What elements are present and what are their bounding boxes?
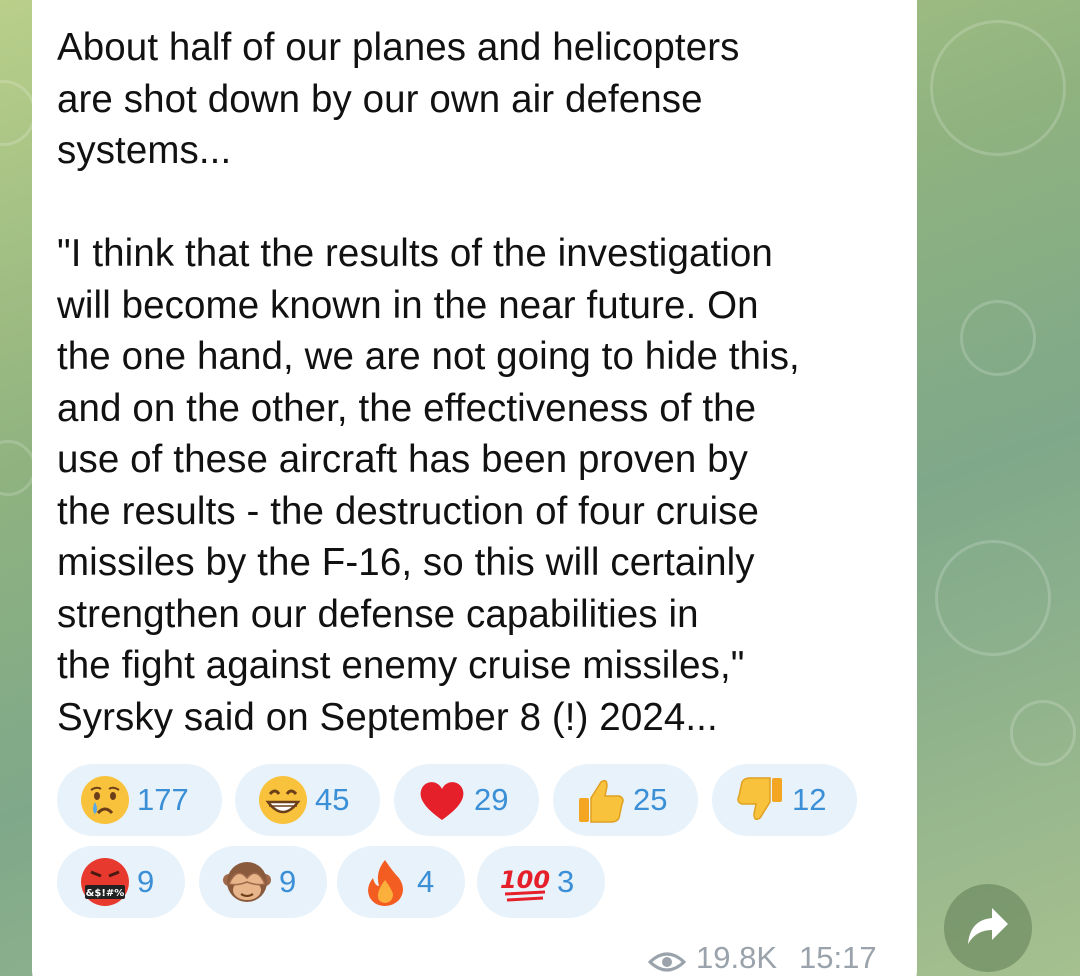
see-no-evil-monkey-icon bbox=[221, 856, 273, 908]
red-heart-icon bbox=[416, 774, 468, 826]
thumbs-up-icon bbox=[575, 774, 627, 826]
reaction-grinning-face[interactable]: 45 bbox=[235, 764, 380, 836]
reaction-see-no-evil-monkey[interactable]: 9 bbox=[199, 846, 327, 918]
hundred-points-icon: 100 bbox=[499, 856, 551, 908]
reaction-thumbs-up[interactable]: 25 bbox=[553, 764, 698, 836]
svg-text:&$!#%: &$!#% bbox=[86, 888, 125, 899]
message-time: 15:17 bbox=[799, 940, 877, 975]
svg-text:100: 100 bbox=[500, 866, 550, 894]
reaction-count: 3 bbox=[557, 864, 575, 899]
reaction-count: 4 bbox=[417, 864, 435, 899]
reaction-count: 9 bbox=[137, 864, 155, 899]
reaction-hundred-points[interactable]: 100 3 bbox=[477, 846, 605, 918]
message-meta: 19.8K 15:17 bbox=[647, 938, 877, 976]
views-eye-icon bbox=[647, 946, 687, 972]
reaction-cursing-face[interactable]: &$!#% 9 bbox=[57, 846, 185, 918]
reaction-count: 45 bbox=[315, 782, 350, 817]
view-count: 19.8K bbox=[696, 940, 778, 975]
background-doodle bbox=[1010, 700, 1076, 766]
message-text: About half of our planes and helicopters… bbox=[57, 26, 800, 739]
reaction-crying-face[interactable]: 177 bbox=[57, 764, 222, 836]
background-doodle bbox=[0, 80, 36, 146]
reaction-count: 177 bbox=[137, 782, 189, 817]
reaction-thumbs-down[interactable]: 12 bbox=[712, 764, 857, 836]
thumbs-down-icon bbox=[734, 774, 786, 826]
reaction-row: 177 45 29 25 12 bbox=[57, 764, 897, 836]
fire-icon bbox=[359, 856, 411, 908]
reaction-red-heart[interactable]: 29 bbox=[394, 764, 539, 836]
grinning-face-icon bbox=[257, 774, 309, 826]
reaction-count: 12 bbox=[792, 782, 827, 817]
forward-button[interactable] bbox=[944, 884, 1032, 972]
crying-face-icon bbox=[79, 774, 131, 826]
share-arrow-icon bbox=[966, 906, 1010, 951]
background-doodle bbox=[0, 440, 36, 496]
reaction-row: &$!#% 9 9 4 100 3 bbox=[57, 846, 897, 918]
reactions-bar: 177 45 29 25 12 &$!#% 9 9 4 100 3 bbox=[57, 764, 897, 928]
background-doodle bbox=[960, 300, 1036, 376]
reaction-count: 25 bbox=[633, 782, 668, 817]
reaction-fire[interactable]: 4 bbox=[337, 846, 465, 918]
cursing-face-icon: &$!#% bbox=[79, 856, 131, 908]
background-doodle bbox=[930, 20, 1066, 156]
reaction-count: 29 bbox=[474, 782, 509, 817]
reaction-count: 9 bbox=[279, 864, 297, 899]
background-doodle bbox=[935, 540, 1051, 656]
